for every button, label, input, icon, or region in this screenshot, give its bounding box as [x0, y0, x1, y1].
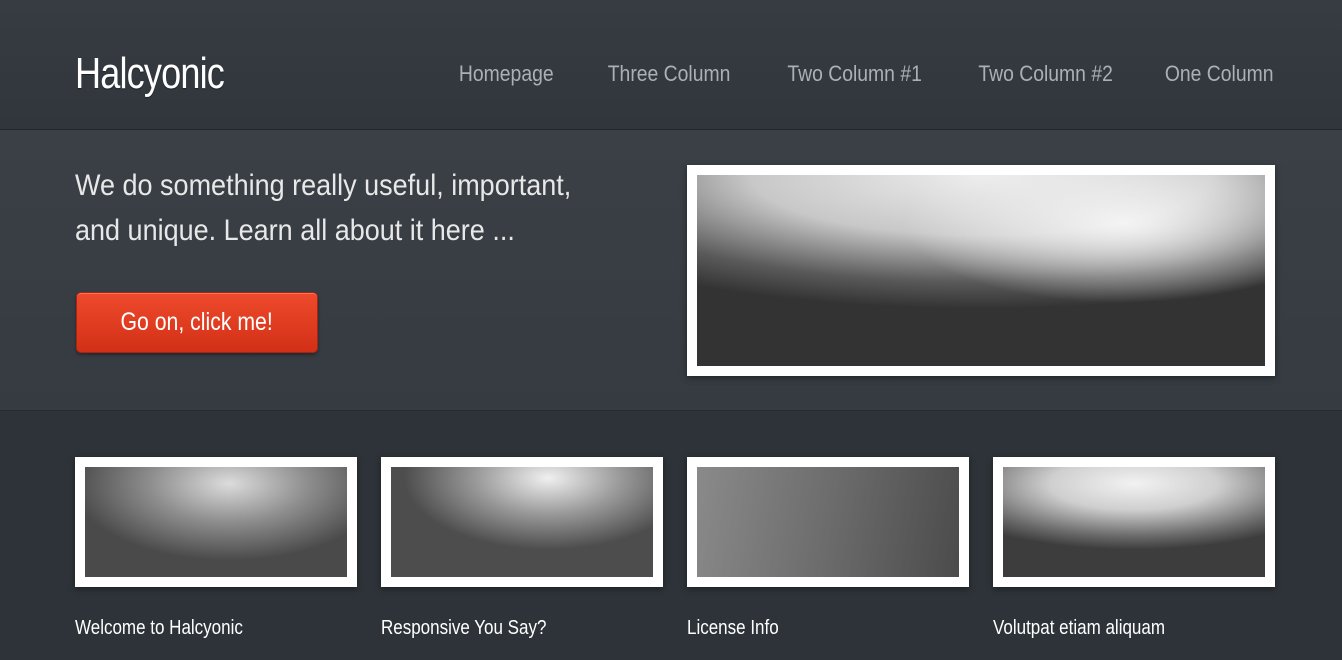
- feature-title: Responsive You Say?: [381, 617, 547, 639]
- feature-box-welcome: Welcome to Halcyonic: [75, 457, 357, 639]
- feature-image[interactable]: [75, 457, 357, 587]
- banner-image: [687, 165, 1275, 376]
- feature-box-license: License Info: [687, 457, 969, 639]
- cta-button[interactable]: Go on, click me!: [76, 292, 318, 353]
- nav-item-one-column[interactable]: One Column: [1165, 60, 1274, 88]
- main-nav: Homepage Three Column Two Column #1 Two …: [408, 60, 1274, 88]
- nav-item-two-column-2[interactable]: Two Column #2: [978, 60, 1113, 88]
- site-logo[interactable]: Halcyonic: [75, 46, 225, 102]
- features-section: Welcome to Halcyonic Responsive You Say?…: [0, 411, 1342, 660]
- feature-image[interactable]: [381, 457, 663, 587]
- nav-item-two-column-1[interactable]: Two Column #1: [787, 60, 922, 88]
- banner-image-placeholder: [697, 175, 1265, 366]
- feature-image[interactable]: [687, 457, 969, 587]
- feature-box-volutpat: Volutpat etiam aliquam: [993, 457, 1275, 639]
- feature-title: Welcome to Halcyonic: [75, 617, 243, 639]
- cta-button-label: Go on, click me!: [120, 308, 274, 336]
- nav-item-three-column[interactable]: Three Column: [608, 60, 731, 88]
- feature-title: Volutpat etiam aliquam: [993, 617, 1165, 639]
- feature-box-responsive: Responsive You Say?: [381, 457, 663, 639]
- site-header: Halcyonic Homepage Three Column Two Colu…: [0, 0, 1342, 130]
- banner-tagline: We do something really useful, important…: [75, 169, 572, 247]
- feature-title: License Info: [687, 617, 779, 639]
- nav-item-homepage[interactable]: Homepage: [459, 60, 554, 88]
- feature-image[interactable]: [993, 457, 1275, 587]
- feature-image-placeholder: [391, 467, 653, 577]
- feature-image-placeholder: [85, 467, 347, 577]
- feature-image-placeholder: [1003, 467, 1265, 577]
- banner: We do something really useful, important…: [0, 130, 1342, 411]
- feature-image-placeholder: [697, 467, 959, 577]
